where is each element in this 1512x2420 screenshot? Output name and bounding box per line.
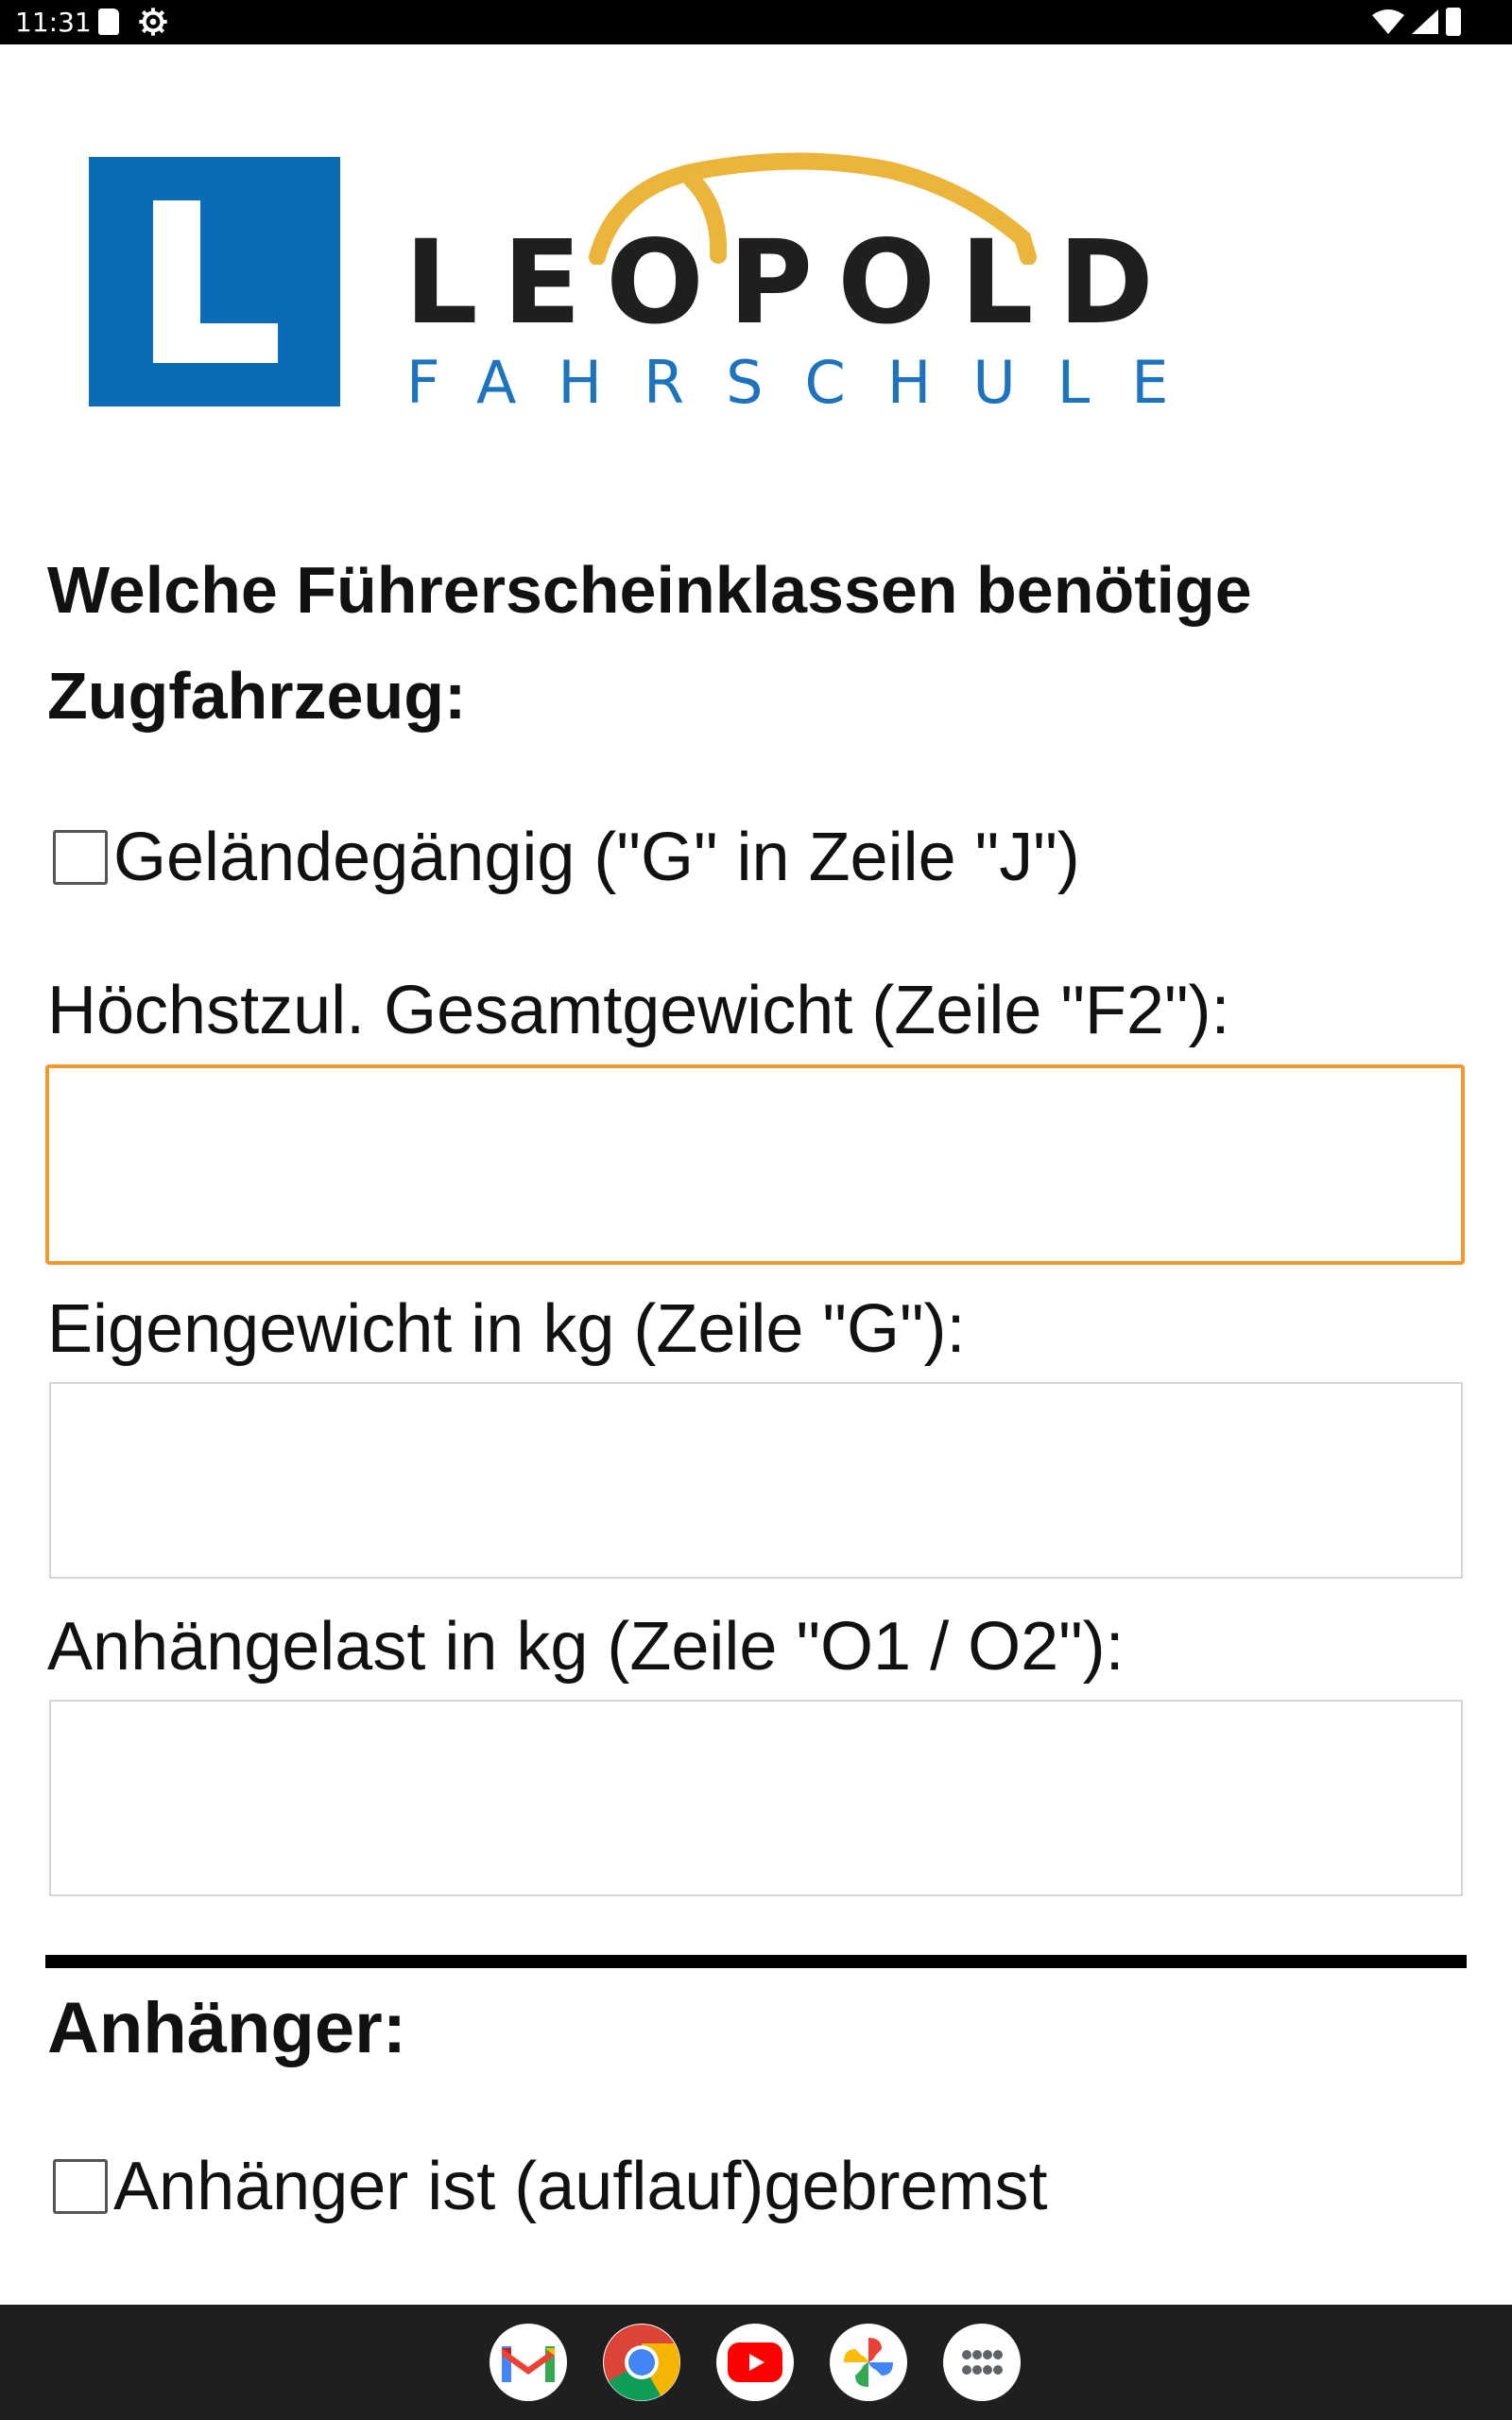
trailer-braked-checkbox[interactable] [53,2159,108,2214]
curb-weight-input[interactable] [49,1382,1463,1579]
gmail-icon[interactable] [490,2324,567,2401]
gross-weight-input[interactable] [45,1064,1465,1265]
app-dock [0,2305,1512,2420]
app-drawer-icon[interactable] [943,2324,1021,2401]
logo-badge [89,157,340,406]
trailer-braked-checkbox-label: Anhänger ist (auflauf)gebremst [113,2149,1048,2224]
photos-icon[interactable] [830,2324,907,2401]
trailer-braked-checkbox-row[interactable]: Anhänger ist (auflauf)gebremst [53,2148,1048,2225]
cell-signal-icon [1412,9,1438,34]
curb-weight-label: Eigengewicht in kg (Zeile "G"): [47,1291,966,1367]
settings-gear-icon [139,8,167,36]
question-heading: Welche Führerscheinklassen benötige Zugf… [47,553,1252,733]
logo-subtitle: FAHRSCHULE [406,348,1211,417]
section-divider [45,1955,1467,1968]
youtube-icon[interactable] [716,2324,794,2401]
battery-icon [1446,8,1461,36]
wifi-icon [1372,9,1404,34]
sd-card-icon [98,9,119,35]
towing-capacity-input[interactable] [49,1700,1463,1896]
towing-capacity-label: Anhängelast in kg (Zeile "O1 / O2"): [47,1609,1125,1685]
chrome-icon[interactable] [603,2324,680,2401]
logo-wordmark: LEOPOLD [404,216,1178,350]
offroad-checkbox-label: Geländegängig ("G" in Zeile "J") [113,820,1080,895]
offroad-checkbox-row[interactable]: Geländegängig ("G" in Zeile "J") [53,819,1080,896]
status-time: 11:31 [15,7,92,38]
trailer-section-title: Anhänger: [47,1988,406,2068]
gross-weight-label: Höchstzul. Gesamtgewicht (Zeile "F2"): [47,973,1230,1048]
status-bar: 11:31 [0,0,1512,44]
leopold-fahrschule-logo: LEOPOLD FAHRSCHULE [87,151,1174,416]
offroad-checkbox[interactable] [53,830,108,885]
